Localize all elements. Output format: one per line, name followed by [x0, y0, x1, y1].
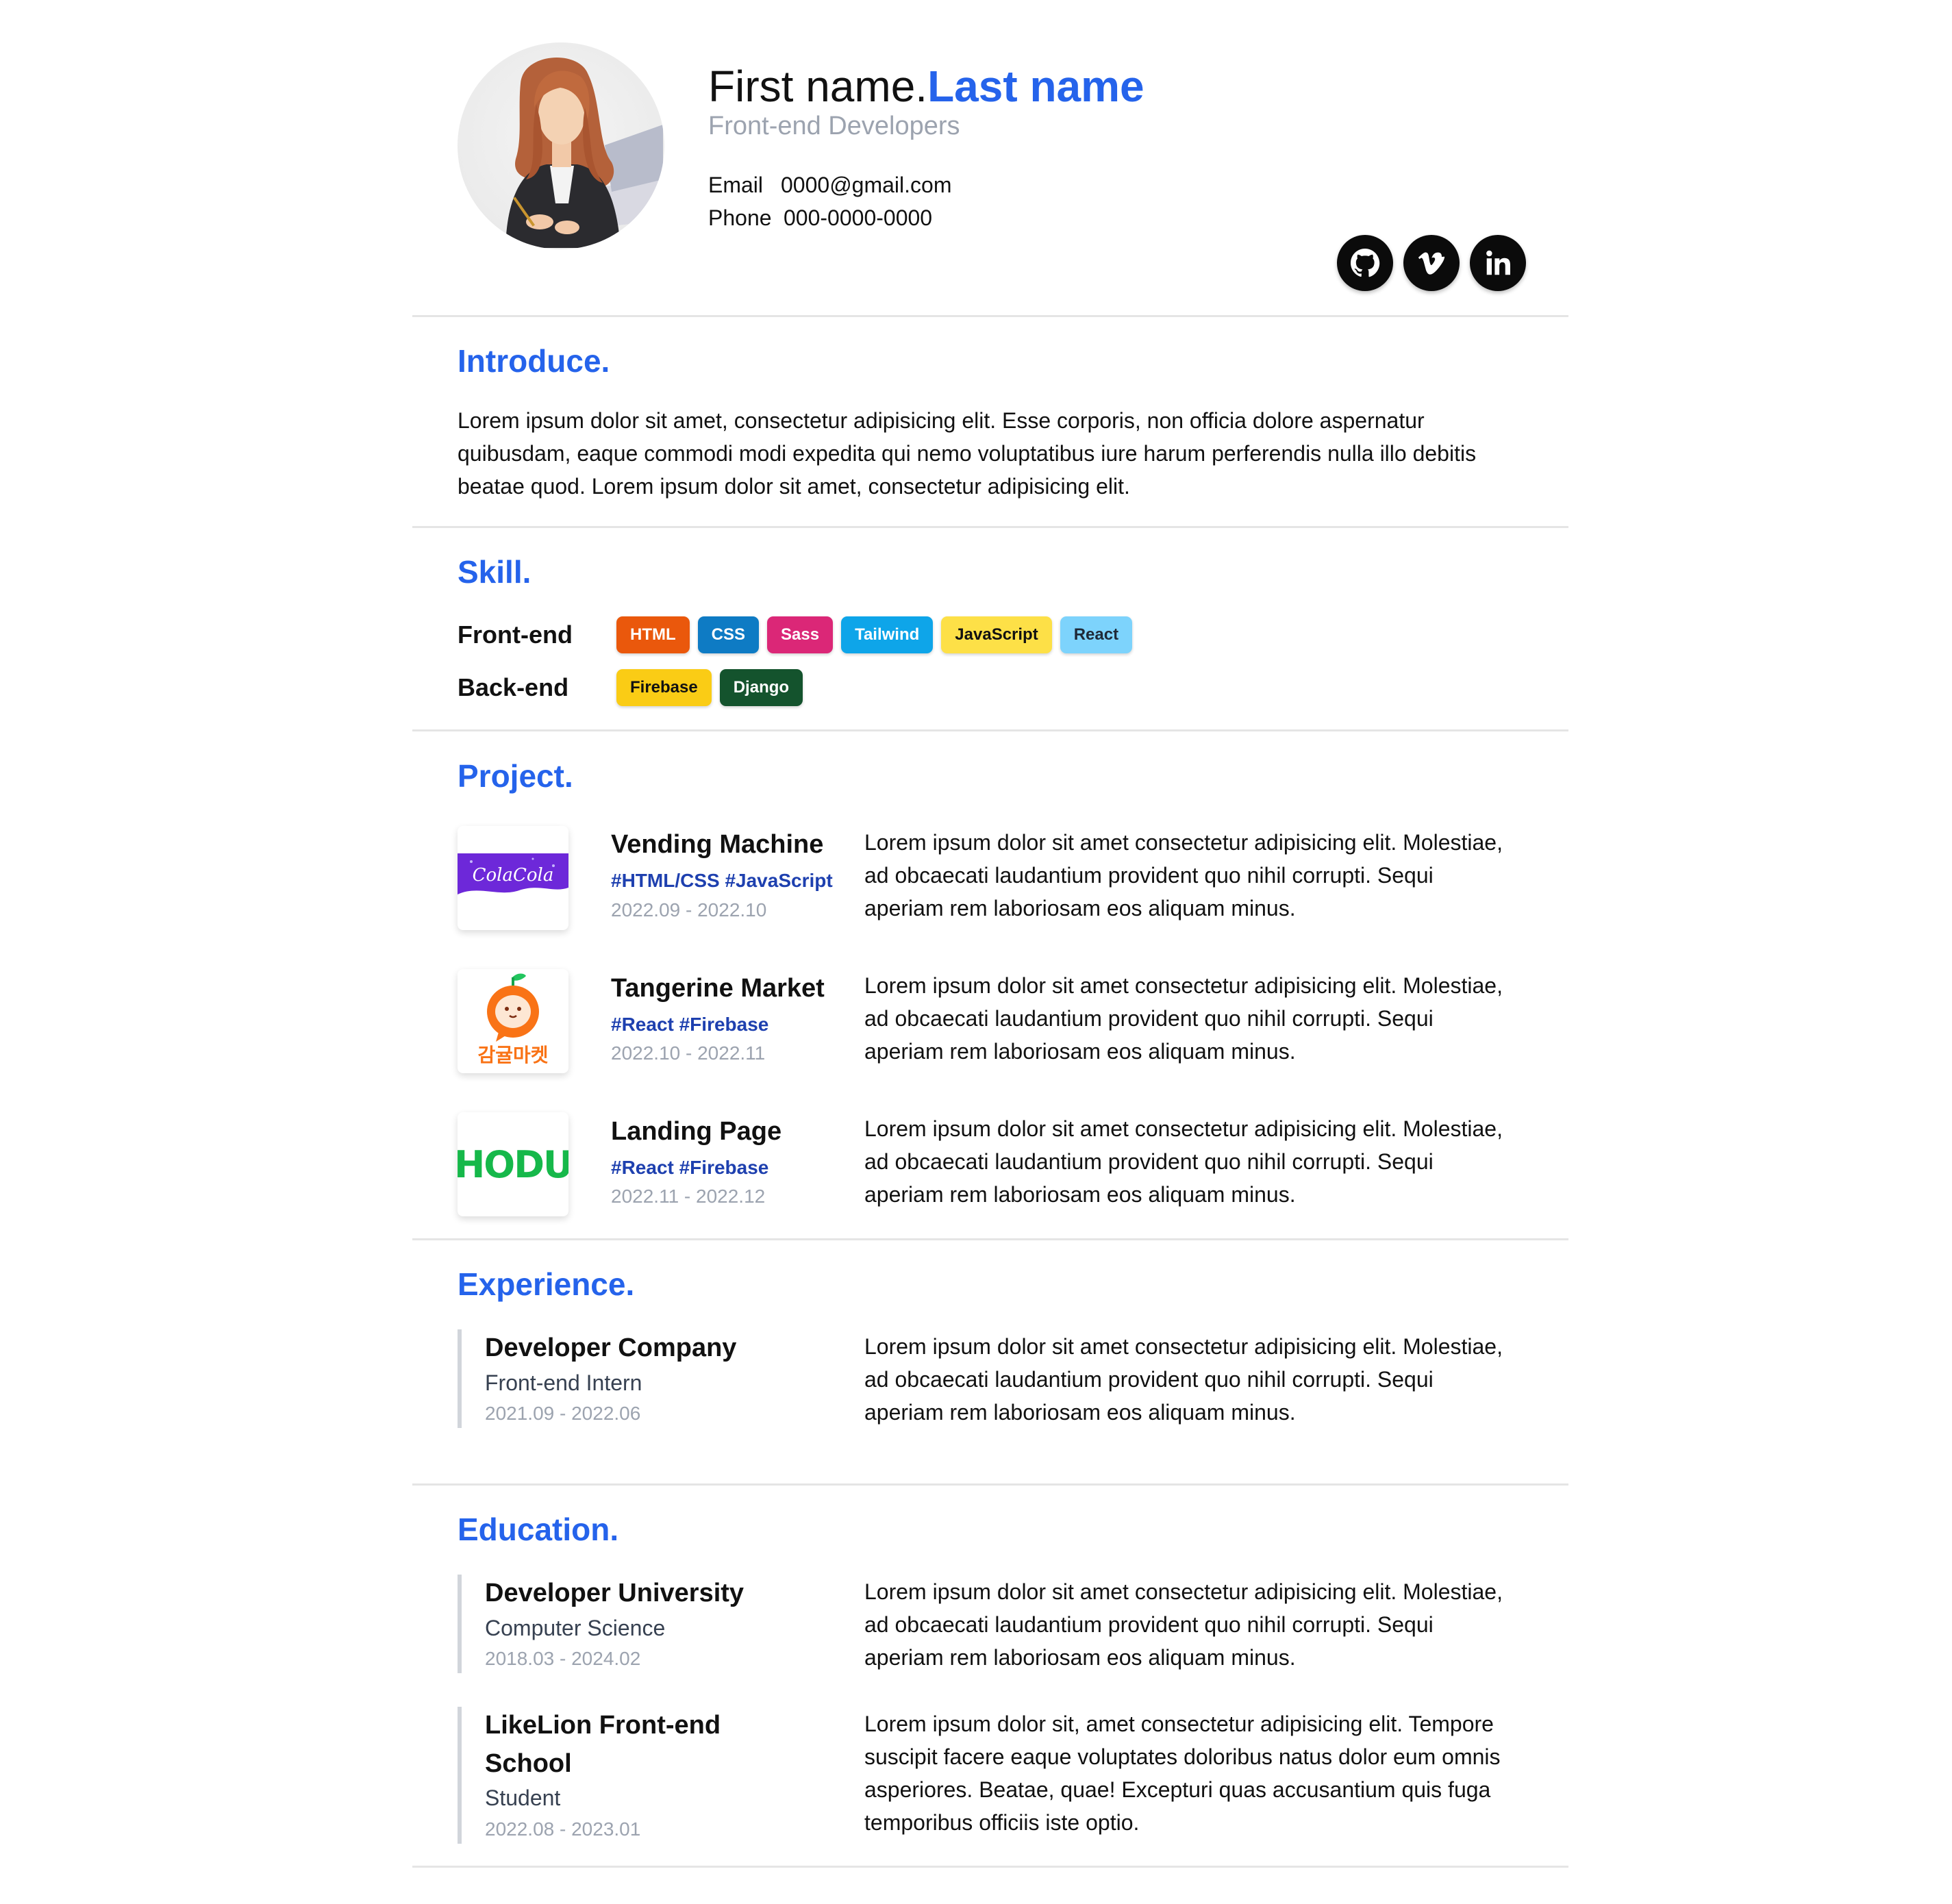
last-name: Last name [927, 62, 1144, 111]
skill-badge: Tailwind [841, 616, 934, 653]
desc-line: Lorem ipsum dolor sit amet consectetur a… [864, 1334, 1503, 1359]
phone-label: Phone [708, 205, 772, 230]
desc-line: ad obcaecati laudantium provident quo ni… [864, 1612, 1434, 1637]
timeline-bar [458, 1575, 462, 1673]
desc-line: temporibus officiis iste optio. [864, 1810, 1140, 1835]
desc-line: Lorem ipsum dolor sit amet consectetur a… [864, 973, 1503, 998]
education-major: Computer Science [485, 1616, 666, 1640]
skill-badge: CSS [697, 616, 760, 653]
experience-company: Developer Company [485, 1333, 737, 1362]
timeline-bar [458, 1329, 462, 1428]
education-school: Developer University [485, 1579, 744, 1607]
desc-line: suscipit facere eaque voluptates dolorib… [864, 1744, 1501, 1769]
desc-line: aperiam rem laboriosam eos aliquam minus… [864, 1645, 1296, 1670]
intro-line: Lorem ipsum dolor sit amet, consectetur … [458, 408, 1425, 433]
desc-line: asperiores. Beatae, quae! Excepturi quas… [864, 1777, 1491, 1802]
skill-badge: Django [719, 669, 803, 706]
job-title: Front-end Developers [708, 112, 960, 140]
desc-line: ad obcaecati laudantium provident quo ni… [864, 1006, 1434, 1031]
desc-line: aperiam rem laboriosam eos aliquam minus… [864, 1400, 1296, 1425]
intro-line: quibusdam, eaque commodi modi expedita q… [458, 441, 1477, 466]
project-date: 2022.10 - 2022.11 [611, 1042, 766, 1064]
divider [412, 1866, 1568, 1868]
experience-description: Lorem ipsum dolor sit amet consectetur a… [864, 1330, 1549, 1429]
desc-line: ad obcaecati laudantium provident quo ni… [864, 863, 1434, 888]
skill-badge: React [1060, 616, 1133, 653]
introduce-title: Introduce. [458, 343, 610, 379]
skill-badge: HTML [616, 616, 690, 653]
experience-role: Front-end Intern [485, 1370, 642, 1395]
linkedin-icon[interactable] [1470, 235, 1526, 291]
thumb-logo-text: 감귤마켓 [477, 1044, 548, 1066]
desc-line: Lorem ipsum dolor sit amet consectetur a… [864, 1579, 1503, 1604]
introduce-text: Lorem ipsum dolor sit amet, consectetur … [458, 404, 1540, 503]
experience-date: 2021.09 - 2022.06 [485, 1403, 641, 1424]
education-date: 2018.03 - 2024.02 [485, 1648, 641, 1669]
timeline-bar [458, 1707, 462, 1844]
education-school: LikeLion Front-end School [485, 1706, 786, 1783]
education-title: Education. [458, 1512, 619, 1547]
project-description: Lorem ipsum dolor sit amet consectetur a… [864, 1112, 1549, 1211]
project-tags: #HTML/CSS #JavaScript [611, 870, 833, 891]
project-title: Project. [458, 758, 573, 794]
project-thumbnail-vending[interactable]: ColaCola [458, 826, 568, 930]
skill-badge: Firebase [616, 669, 712, 706]
divider [412, 315, 1568, 317]
project-name: Landing Page [611, 1117, 782, 1146]
project-name: Vending Machine [611, 830, 824, 859]
school-name-line: LikeLion Front-end [485, 1711, 721, 1740]
project-date: 2022.11 - 2022.12 [611, 1186, 766, 1207]
education-date: 2022.08 - 2023.01 [485, 1818, 641, 1840]
frontend-badges: HTML CSS Sass Tailwind JavaScript React [616, 616, 1133, 653]
vimeo-icon[interactable] [1403, 235, 1460, 291]
backend-label: Back-end [458, 673, 569, 701]
desc-line: Lorem ipsum dolor sit amet consectetur a… [864, 830, 1503, 855]
skill-badge: JavaScript [941, 616, 1052, 653]
skill-title: Skill. [458, 554, 531, 590]
thumb-logo-text: HODU [458, 1143, 568, 1186]
project-thumbnail-tangerine[interactable]: 감귤마켓 [458, 969, 568, 1073]
email-value[interactable]: 0000@gmail.com [781, 173, 951, 197]
education-major: Student [485, 1786, 561, 1810]
divider [412, 729, 1568, 731]
profile-avatar [458, 42, 664, 249]
project-name: Tangerine Market [611, 974, 825, 1003]
desc-line: aperiam rem laboriosam eos aliquam minus… [864, 896, 1296, 920]
full-name: First name.Last name [708, 59, 1144, 114]
desc-line: aperiam rem laboriosam eos aliquam minus… [864, 1182, 1296, 1207]
project-tags: #React #Firebase [611, 1014, 769, 1035]
desc-line: Lorem ipsum dolor sit, amet consectetur … [864, 1712, 1494, 1736]
backend-badges: Firebase Django [616, 669, 803, 706]
desc-line: ad obcaecati laudantium provident quo ni… [864, 1367, 1434, 1392]
phone-value: 000-0000-0000 [784, 205, 933, 230]
desc-line: Lorem ipsum dolor sit amet consectetur a… [864, 1116, 1503, 1141]
project-tags: #React #Firebase [611, 1157, 769, 1178]
school-name-line: School [485, 1749, 572, 1778]
frontend-label: Front-end [458, 621, 573, 649]
divider [412, 1483, 1568, 1486]
divider [412, 1238, 1568, 1240]
divider [412, 526, 1568, 528]
education-description: Lorem ipsum dolor sit, amet consectetur … [864, 1707, 1549, 1839]
education-description: Lorem ipsum dolor sit amet consectetur a… [864, 1575, 1549, 1674]
project-date: 2022.09 - 2022.10 [611, 899, 767, 920]
desc-line: aperiam rem laboriosam eos aliquam minus… [864, 1039, 1296, 1064]
project-description: Lorem ipsum dolor sit amet consectetur a… [864, 969, 1549, 1068]
skill-badge: Sass [767, 616, 834, 653]
thumb-logo-text: ColaCola [473, 865, 554, 886]
first-name: First name. [708, 62, 928, 111]
desc-line: ad obcaecati laudantium provident quo ni… [864, 1149, 1434, 1174]
github-icon[interactable] [1337, 235, 1393, 291]
intro-line: beatae quod. Lorem ipsum dolor sit amet,… [458, 474, 1130, 499]
experience-title: Experience. [458, 1266, 635, 1302]
email-label: Email [708, 173, 764, 197]
project-thumbnail-hodu[interactable]: HODU [458, 1112, 568, 1216]
phone-row: Phone 000-0000-0000 [708, 205, 932, 231]
email-row: Email 0000@gmail.com [708, 173, 951, 198]
project-description: Lorem ipsum dolor sit amet consectetur a… [864, 826, 1549, 925]
